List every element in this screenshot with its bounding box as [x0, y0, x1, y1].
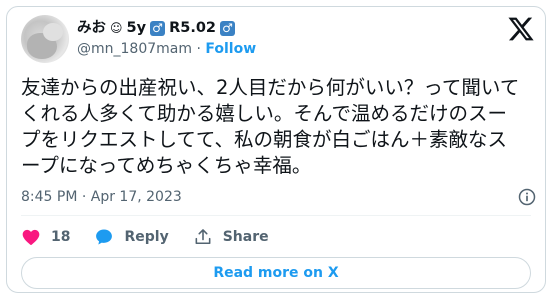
reply-label: Reply — [124, 229, 169, 245]
heart-icon — [22, 229, 40, 245]
badge-years-text: 5y — [126, 20, 147, 36]
share-button[interactable]: Share — [193, 227, 269, 247]
share-label: Share — [222, 229, 269, 245]
avatar[interactable] — [21, 15, 69, 63]
handle-row: @mn_1807mam · Follow — [77, 40, 256, 58]
display-name[interactable]: みお — [77, 19, 106, 37]
share-icon — [195, 229, 211, 245]
like-count: 18 — [51, 229, 71, 245]
male-sign-icon: ♂ — [220, 20, 236, 36]
tweet-text: 友達からの出産祝い、2人目だから何がいい？って聞いて くれる人多くて助かる嬉しい… — [21, 76, 520, 177]
male-sign-icon: ♂ — [150, 20, 166, 36]
tweet-card: みお ☺ 5y ♂ R5.02 ♂ @mn_1807mam · Follow 友… — [6, 6, 546, 293]
display-name-row[interactable]: みお ☺ 5y ♂ R5.02 ♂ — [77, 19, 236, 37]
separator: · — [196, 41, 201, 57]
x-logo-icon[interactable] — [507, 15, 535, 43]
badge-date-text: R5.02 — [169, 20, 217, 36]
user-handle[interactable]: @mn_1807mam — [77, 41, 192, 57]
info-icon[interactable] — [517, 187, 537, 207]
follow-button[interactable]: Follow — [205, 41, 256, 57]
smile-emoji-icon: ☺ — [110, 21, 123, 35]
reply-button[interactable]: Reply — [94, 227, 169, 247]
speech-bubble-icon — [96, 229, 113, 245]
action-bar: 18 Reply Share — [21, 227, 293, 247]
tweet-timestamp[interactable]: 8:45 PM · Apr 17, 2023 — [21, 188, 182, 206]
divider — [21, 215, 531, 216]
like-button[interactable]: 18 — [21, 227, 70, 247]
read-more-button[interactable]: Read more on X — [21, 257, 531, 289]
